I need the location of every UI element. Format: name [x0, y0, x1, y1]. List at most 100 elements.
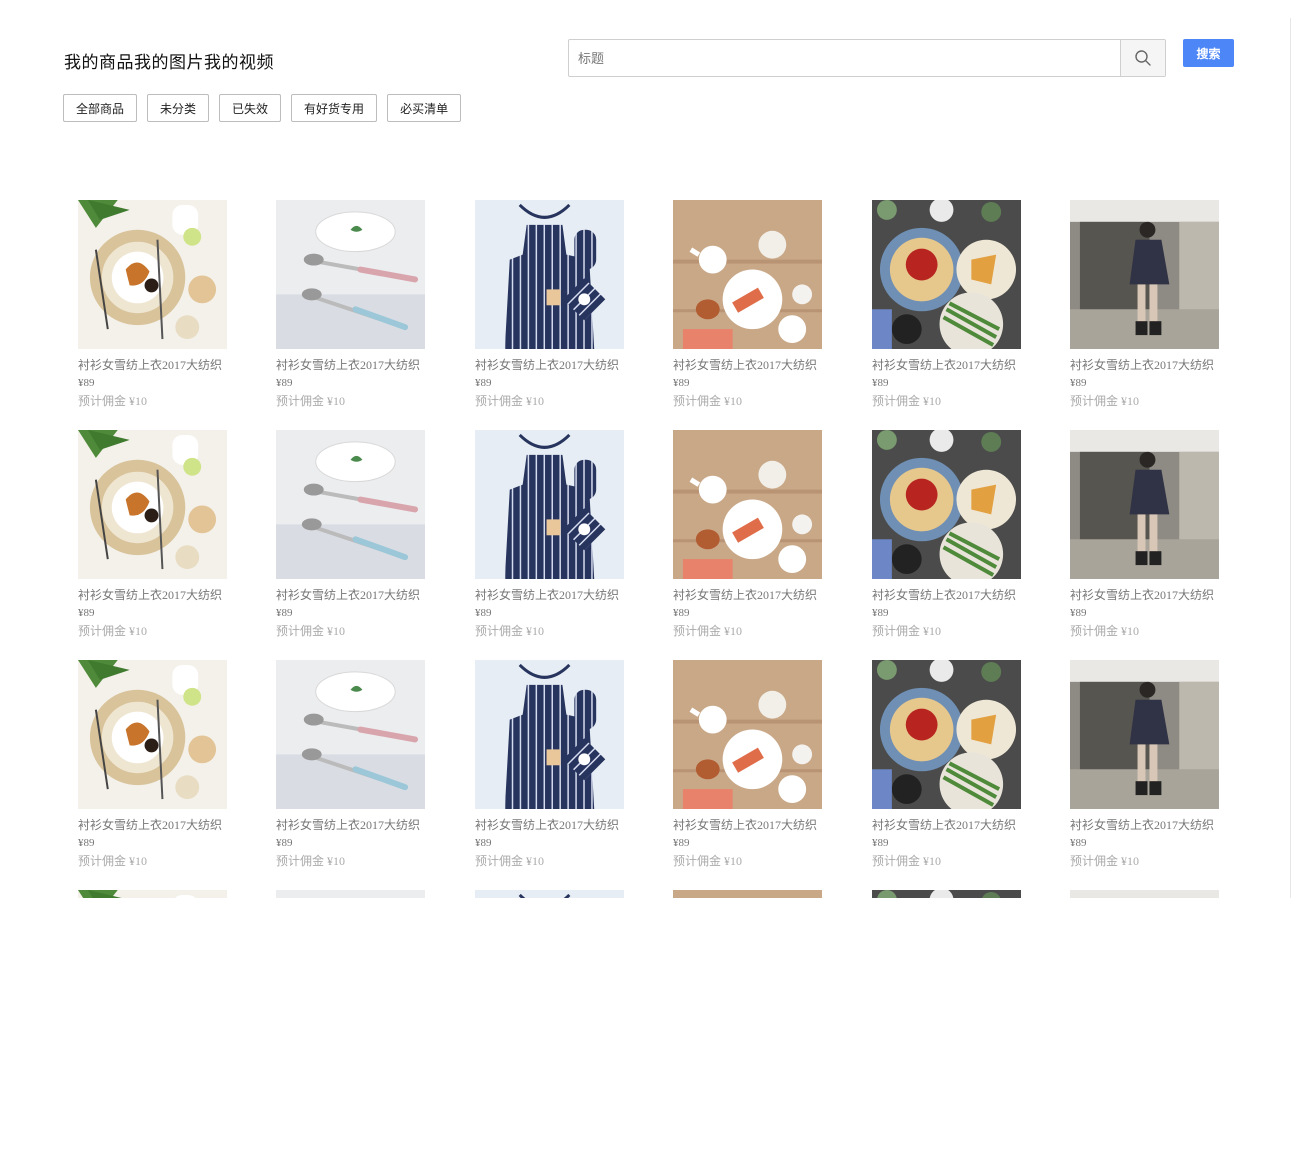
product-image[interactable] [276, 660, 426, 809]
product-card[interactable]: 衬衫女雪纺上衣2017大纺织 ¥89 预计佣金 ¥10 [872, 430, 1022, 639]
product-commission: 预计佣金 ¥10 [1070, 624, 1140, 638]
product-price: ¥89 [872, 377, 889, 389]
product-card[interactable] [276, 890, 426, 898]
product-card[interactable]: 衬衫女雪纺上衣2017大纺织 ¥89 预计佣金 ¥10 [1070, 200, 1220, 409]
product-title[interactable]: 衬衫女雪纺上衣2017大纺织 [1070, 817, 1216, 833]
product-image[interactable] [475, 890, 625, 898]
product-image[interactable] [1070, 430, 1220, 579]
product-commission: 预计佣金 ¥10 [78, 854, 148, 868]
product-title[interactable]: 衬衫女雪纺上衣2017大纺织 [475, 817, 621, 833]
product-card[interactable]: 衬衫女雪纺上衣2017大纺织 ¥89 预计佣金 ¥10 [276, 200, 426, 409]
product-title[interactable]: 衬衫女雪纺上衣2017大纺织 [673, 817, 819, 833]
product-card[interactable]: 衬衫女雪纺上衣2017大纺织 ¥89 预计佣金 ¥10 [276, 660, 426, 869]
product-commission: 预计佣金 ¥10 [673, 624, 743, 638]
product-card[interactable]: 衬衫女雪纺上衣2017大纺织 ¥89 预计佣金 ¥10 [1070, 430, 1220, 639]
product-image[interactable] [475, 660, 625, 809]
product-card[interactable]: 衬衫女雪纺上衣2017大纺织 ¥89 预计佣金 ¥10 [78, 200, 228, 409]
product-title[interactable]: 衬衫女雪纺上衣2017大纺织 [872, 817, 1018, 833]
product-title[interactable]: 衬衫女雪纺上衣2017大纺织 [475, 357, 621, 373]
product-commission: 预计佣金 ¥10 [78, 394, 148, 408]
product-price: ¥89 [276, 377, 293, 389]
product-title[interactable]: 衬衫女雪纺上衣2017大纺织 [673, 357, 819, 373]
product-price: ¥89 [475, 607, 492, 619]
product-image[interactable] [1070, 890, 1220, 898]
product-commission: 预计佣金 ¥10 [1070, 854, 1140, 868]
product-image[interactable] [475, 430, 625, 579]
product-commission: 预计佣金 ¥10 [276, 394, 346, 408]
product-image[interactable] [872, 430, 1022, 579]
product-card[interactable] [872, 890, 1022, 898]
product-title[interactable]: 衬衫女雪纺上衣2017大纺织 [276, 587, 422, 603]
product-price: ¥89 [475, 837, 492, 849]
product-card[interactable]: 衬衫女雪纺上衣2017大纺织 ¥89 预计佣金 ¥10 [872, 200, 1022, 409]
product-image[interactable] [78, 660, 228, 809]
product-card[interactable]: 衬衫女雪纺上衣2017大纺织 ¥89 预计佣金 ¥10 [872, 660, 1022, 869]
product-commission: 预计佣金 ¥10 [673, 394, 743, 408]
product-title[interactable]: 衬衫女雪纺上衣2017大纺织 [1070, 587, 1216, 603]
product-image[interactable] [276, 890, 426, 898]
product-commission: 预计佣金 ¥10 [872, 394, 942, 408]
product-card[interactable]: 衬衫女雪纺上衣2017大纺织 ¥89 预计佣金 ¥10 [475, 200, 625, 409]
product-card[interactable]: 衬衫女雪纺上衣2017大纺织 ¥89 预计佣金 ¥10 [78, 430, 228, 639]
product-card[interactable] [78, 890, 228, 898]
product-card[interactable] [475, 890, 625, 898]
product-image[interactable] [78, 430, 228, 579]
product-image[interactable] [673, 200, 823, 349]
product-image[interactable] [673, 660, 823, 809]
product-price: ¥89 [475, 377, 492, 389]
product-price: ¥89 [78, 607, 95, 619]
product-title[interactable]: 衬衫女雪纺上衣2017大纺织 [475, 587, 621, 603]
product-price: ¥89 [872, 837, 889, 849]
product-commission: 预计佣金 ¥10 [276, 624, 346, 638]
product-commission: 预计佣金 ¥10 [475, 394, 545, 408]
product-commission: 预计佣金 ¥10 [475, 854, 545, 868]
product-price: ¥89 [872, 607, 889, 619]
product-price: ¥89 [276, 837, 293, 849]
product-price: ¥89 [1070, 607, 1087, 619]
product-card[interactable] [1070, 890, 1220, 898]
product-commission: 预计佣金 ¥10 [872, 624, 942, 638]
product-image[interactable] [673, 890, 823, 898]
product-title[interactable]: 衬衫女雪纺上衣2017大纺织 [78, 587, 224, 603]
product-card[interactable]: 衬衫女雪纺上衣2017大纺织 ¥89 预计佣金 ¥10 [673, 430, 823, 639]
product-title[interactable]: 衬衫女雪纺上衣2017大纺织 [872, 587, 1018, 603]
product-card[interactable]: 衬衫女雪纺上衣2017大纺织 ¥89 预计佣金 ¥10 [673, 200, 823, 409]
product-card[interactable]: 衬衫女雪纺上衣2017大纺织 ¥89 预计佣金 ¥10 [276, 430, 426, 639]
product-title[interactable]: 衬衫女雪纺上衣2017大纺织 [78, 817, 224, 833]
product-image[interactable] [276, 430, 426, 579]
product-image[interactable] [78, 200, 228, 349]
product-image[interactable] [872, 200, 1022, 349]
product-title[interactable]: 衬衫女雪纺上衣2017大纺织 [673, 587, 819, 603]
product-image[interactable] [872, 660, 1022, 809]
product-price: ¥89 [673, 837, 690, 849]
product-image[interactable] [1070, 660, 1220, 809]
product-title[interactable]: 衬衫女雪纺上衣2017大纺织 [276, 817, 422, 833]
product-image[interactable] [475, 200, 625, 349]
product-price: ¥89 [673, 607, 690, 619]
product-price: ¥89 [1070, 837, 1087, 849]
product-card[interactable]: 衬衫女雪纺上衣2017大纺织 ¥89 预计佣金 ¥10 [475, 430, 625, 639]
product-grid: 衬衫女雪纺上衣2017大纺织 ¥89 预计佣金 ¥10 衬衫女雪纺上衣2017大纺织 ¥… [0, 0, 1298, 898]
product-image[interactable] [78, 890, 228, 898]
product-title[interactable]: 衬衫女雪纺上衣2017大纺织 [872, 357, 1018, 373]
product-image[interactable] [872, 890, 1022, 898]
product-title[interactable]: 衬衫女雪纺上衣2017大纺织 [78, 357, 224, 373]
product-image[interactable] [673, 430, 823, 579]
product-image[interactable] [276, 200, 426, 349]
product-commission: 预计佣金 ¥10 [78, 624, 148, 638]
product-card[interactable]: 衬衫女雪纺上衣2017大纺织 ¥89 预计佣金 ¥10 [78, 660, 228, 869]
product-commission: 预计佣金 ¥10 [276, 854, 346, 868]
product-card[interactable] [673, 890, 823, 898]
product-card[interactable]: 衬衫女雪纺上衣2017大纺织 ¥89 预计佣金 ¥10 [1070, 660, 1220, 869]
product-commission: 预计佣金 ¥10 [673, 854, 743, 868]
product-image[interactable] [1070, 200, 1220, 349]
product-commission: 预计佣金 ¥10 [872, 854, 942, 868]
product-price: ¥89 [78, 837, 95, 849]
product-title[interactable]: 衬衫女雪纺上衣2017大纺织 [276, 357, 422, 373]
product-card[interactable]: 衬衫女雪纺上衣2017大纺织 ¥89 预计佣金 ¥10 [673, 660, 823, 869]
product-price: ¥89 [78, 377, 95, 389]
product-price: ¥89 [1070, 377, 1087, 389]
product-card[interactable]: 衬衫女雪纺上衣2017大纺织 ¥89 预计佣金 ¥10 [475, 660, 625, 869]
product-commission: 预计佣金 ¥10 [1070, 394, 1140, 408]
product-title[interactable]: 衬衫女雪纺上衣2017大纺织 [1070, 357, 1216, 373]
